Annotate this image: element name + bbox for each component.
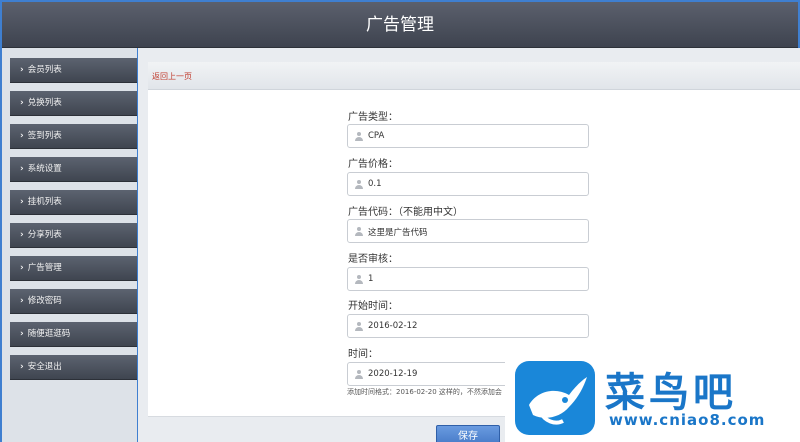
sidebar-item-label: 会员列表 [27, 65, 62, 75]
ad-price-input[interactable]: 0.1 [347, 172, 589, 196]
review-input[interactable]: 1 [347, 267, 589, 291]
sidebar-item-label: 系统设置 [27, 164, 62, 174]
back-bar: 返回上一页 [148, 62, 800, 90]
ad-type-value: CPA [368, 131, 385, 141]
sidebar-item-label: 签到列表 [27, 131, 62, 141]
user-icon [355, 132, 363, 141]
time-format-hint: 添加时间格式：2016-02-20 这样的，不然添加会 [347, 388, 502, 396]
ad-price-label: 广告价格： [348, 159, 398, 170]
watermark-url: www.cniao8.com [609, 411, 766, 429]
user-icon [355, 275, 363, 284]
page-title: 广告管理 [366, 15, 434, 35]
ad-price-value: 0.1 [368, 179, 382, 189]
user-icon [355, 322, 363, 331]
sidebar-item-label: 分享列表 [27, 230, 62, 240]
chevron-right-icon: › [20, 197, 24, 207]
ad-type-input[interactable]: CPA [347, 124, 589, 148]
page-header: 广告管理 [2, 2, 798, 48]
user-icon [355, 180, 363, 189]
sidebar-item-hangup[interactable]: › 挂机列表 [10, 190, 137, 215]
sidebar-item-label: 安全退出 [27, 362, 62, 372]
sidebar: › 会员列表 › 兑换列表 › 签到列表 › 系统设置 › 挂机列表 › 分享列表 › 广告管… [2, 48, 137, 442]
sidebar-item-share[interactable]: › 分享列表 [10, 223, 137, 248]
sidebar-item-invite-code[interactable]: › 随便逛逛码 [10, 322, 137, 347]
bird-logo-icon [515, 361, 595, 435]
review-value: 1 [368, 274, 374, 284]
chevron-right-icon: › [20, 65, 24, 75]
start-time-label: 开始时间： [348, 301, 398, 312]
user-icon [355, 370, 363, 379]
chevron-right-icon: › [20, 362, 24, 372]
sidebar-item-logout[interactable]: › 安全退出 [10, 355, 137, 380]
chevron-right-icon: › [20, 131, 24, 141]
watermark: 菜鸟吧 www.cniao8.com [505, 355, 800, 442]
sidebar-item-exchange[interactable]: › 兑换列表 [10, 91, 137, 116]
chevron-right-icon: › [20, 329, 24, 339]
save-button[interactable]: 保存 [436, 425, 500, 442]
sidebar-item-label: 挂机列表 [27, 197, 62, 207]
ad-code-input[interactable]: 这里是广告代码 [347, 219, 589, 243]
ad-type-label: 广告类型： [348, 112, 398, 123]
sidebar-item-members[interactable]: › 会员列表 [10, 58, 137, 83]
ad-code-value: 这里是广告代码 [368, 228, 428, 238]
time-value: 2020-12-19 [368, 369, 418, 379]
ad-code-label: 广告代码：（不能用中文） [348, 207, 463, 218]
sidebar-item-settings[interactable]: › 系统设置 [10, 157, 137, 182]
sidebar-item-ads[interactable]: › 广告管理 [10, 256, 137, 281]
sidebar-item-signin[interactable]: › 签到列表 [10, 124, 137, 149]
chevron-right-icon: › [20, 230, 24, 240]
sidebar-item-label: 广告管理 [27, 263, 62, 273]
chevron-right-icon: › [20, 164, 24, 174]
sidebar-item-label: 兑换列表 [27, 98, 62, 108]
time-label: 时间： [348, 349, 378, 360]
sidebar-item-password[interactable]: › 修改密码 [10, 289, 137, 314]
chevron-right-icon: › [20, 296, 24, 306]
chevron-right-icon: › [20, 98, 24, 108]
watermark-title: 菜鸟吧 [605, 369, 737, 416]
start-time-value: 2016-02-12 [368, 321, 418, 331]
review-label: 是否审核： [348, 254, 398, 265]
sidebar-item-label: 修改密码 [27, 296, 62, 306]
chevron-right-icon: › [20, 263, 24, 273]
back-link[interactable]: 返回上一页 [152, 71, 192, 82]
user-icon [355, 227, 363, 236]
sidebar-item-label: 随便逛逛码 [27, 329, 71, 339]
start-time-input[interactable]: 2016-02-12 [347, 314, 589, 338]
